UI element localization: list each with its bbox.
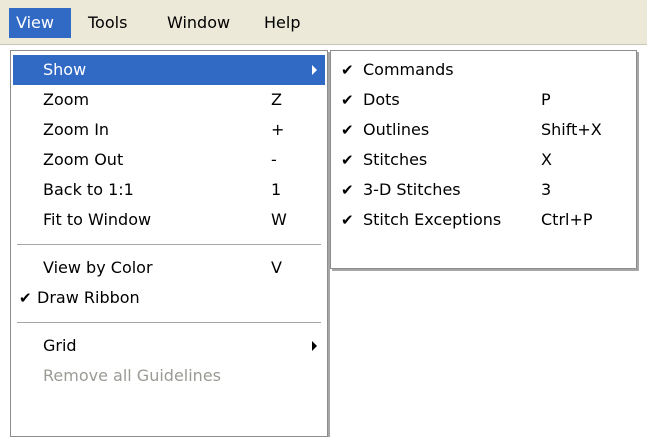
menu-window[interactable]: Window bbox=[160, 8, 248, 38]
menu-item-shortcut: Z bbox=[271, 90, 282, 109]
menu-item-shortcut: P bbox=[541, 90, 551, 109]
submenu-arrow-icon bbox=[312, 65, 317, 75]
check-icon: ✔ bbox=[341, 211, 354, 229]
menu-item-label: Stitches bbox=[363, 150, 428, 169]
check-icon: ✔ bbox=[341, 121, 354, 139]
menu-item-label: Dots bbox=[363, 90, 400, 109]
menu-item-fit-to-window[interactable]: Fit to Window W bbox=[13, 205, 325, 235]
menu-bar: View Tools Window Help bbox=[0, 0, 647, 45]
menu-item-show[interactable]: Show bbox=[13, 55, 325, 85]
menu-item-shortcut: - bbox=[271, 150, 277, 169]
menu-item-label: Grid bbox=[43, 336, 77, 355]
menu-item-shortcut: V bbox=[271, 258, 282, 277]
menu-item-label: Zoom Out bbox=[43, 150, 124, 169]
menu-view[interactable]: View bbox=[9, 8, 71, 38]
menu-item-zoom[interactable]: Zoom Z bbox=[13, 85, 325, 115]
submenu-arrow-icon bbox=[312, 341, 317, 351]
submenu-item-3d-stitches[interactable]: ✔ 3-D Stitches 3 bbox=[333, 175, 634, 205]
check-icon: ✔ bbox=[341, 151, 354, 169]
menu-item-draw-ribbon[interactable]: ✔ Draw Ribbon bbox=[13, 283, 325, 313]
check-icon: ✔ bbox=[341, 181, 354, 199]
menu-item-shortcut: 3 bbox=[541, 180, 552, 199]
menu-item-label: Outlines bbox=[363, 120, 430, 139]
menu-item-label: Fit to Window bbox=[43, 210, 152, 229]
menu-item-label: Draw Ribbon bbox=[37, 288, 140, 307]
menu-item-remove-all-guidelines: Remove all Guidelines bbox=[13, 361, 325, 391]
menu-item-grid[interactable]: Grid bbox=[13, 331, 325, 361]
check-icon: ✔ bbox=[341, 91, 354, 109]
menu-separator bbox=[17, 322, 321, 324]
menu-item-shortcut: 1 bbox=[271, 180, 282, 199]
menu-item-label: Stitch Exceptions bbox=[363, 210, 502, 229]
menu-item-shortcut: + bbox=[271, 120, 285, 139]
menu-item-label: Back to 1:1 bbox=[43, 180, 134, 199]
menu-item-label: Commands bbox=[363, 60, 454, 79]
submenu-item-outlines[interactable]: ✔ Outlines Shift+X bbox=[333, 115, 634, 145]
menu-separator bbox=[17, 244, 321, 246]
show-submenu: ✔ Commands ✔ Dots P ✔ Outlines Shift+X ✔… bbox=[330, 50, 637, 269]
menu-item-shortcut: Shift+X bbox=[541, 120, 602, 139]
submenu-item-commands[interactable]: ✔ Commands bbox=[333, 55, 634, 85]
menu-item-shortcut: Ctrl+P bbox=[541, 210, 593, 229]
menu-item-shortcut: X bbox=[541, 150, 552, 169]
submenu-item-dots[interactable]: ✔ Dots P bbox=[333, 85, 634, 115]
submenu-item-stitches[interactable]: ✔ Stitches X bbox=[333, 145, 634, 175]
menu-item-label: Zoom In bbox=[43, 120, 110, 139]
menu-item-zoom-out[interactable]: Zoom Out - bbox=[13, 145, 325, 175]
menu-help[interactable]: Help bbox=[257, 8, 317, 38]
menu-item-label: Remove all Guidelines bbox=[43, 366, 221, 385]
menu-item-label: Zoom bbox=[43, 90, 90, 109]
menu-item-label: 3-D Stitches bbox=[363, 180, 461, 199]
menu-item-zoom-in[interactable]: Zoom In + bbox=[13, 115, 325, 145]
menu-item-back-to-1-1[interactable]: Back to 1:1 1 bbox=[13, 175, 325, 205]
menu-item-label: View by Color bbox=[43, 258, 153, 277]
menu-item-view-by-color[interactable]: View by Color V bbox=[13, 253, 325, 283]
check-icon: ✔ bbox=[341, 61, 354, 79]
menu-tools[interactable]: Tools bbox=[81, 8, 151, 38]
view-menu: Show Zoom Z Zoom In + Zoom Out - Back to… bbox=[10, 50, 328, 437]
submenu-item-stitch-exceptions[interactable]: ✔ Stitch Exceptions Ctrl+P bbox=[333, 205, 634, 235]
menu-item-shortcut: W bbox=[271, 210, 287, 229]
menu-item-label: Show bbox=[43, 60, 87, 79]
check-icon: ✔ bbox=[19, 289, 32, 307]
